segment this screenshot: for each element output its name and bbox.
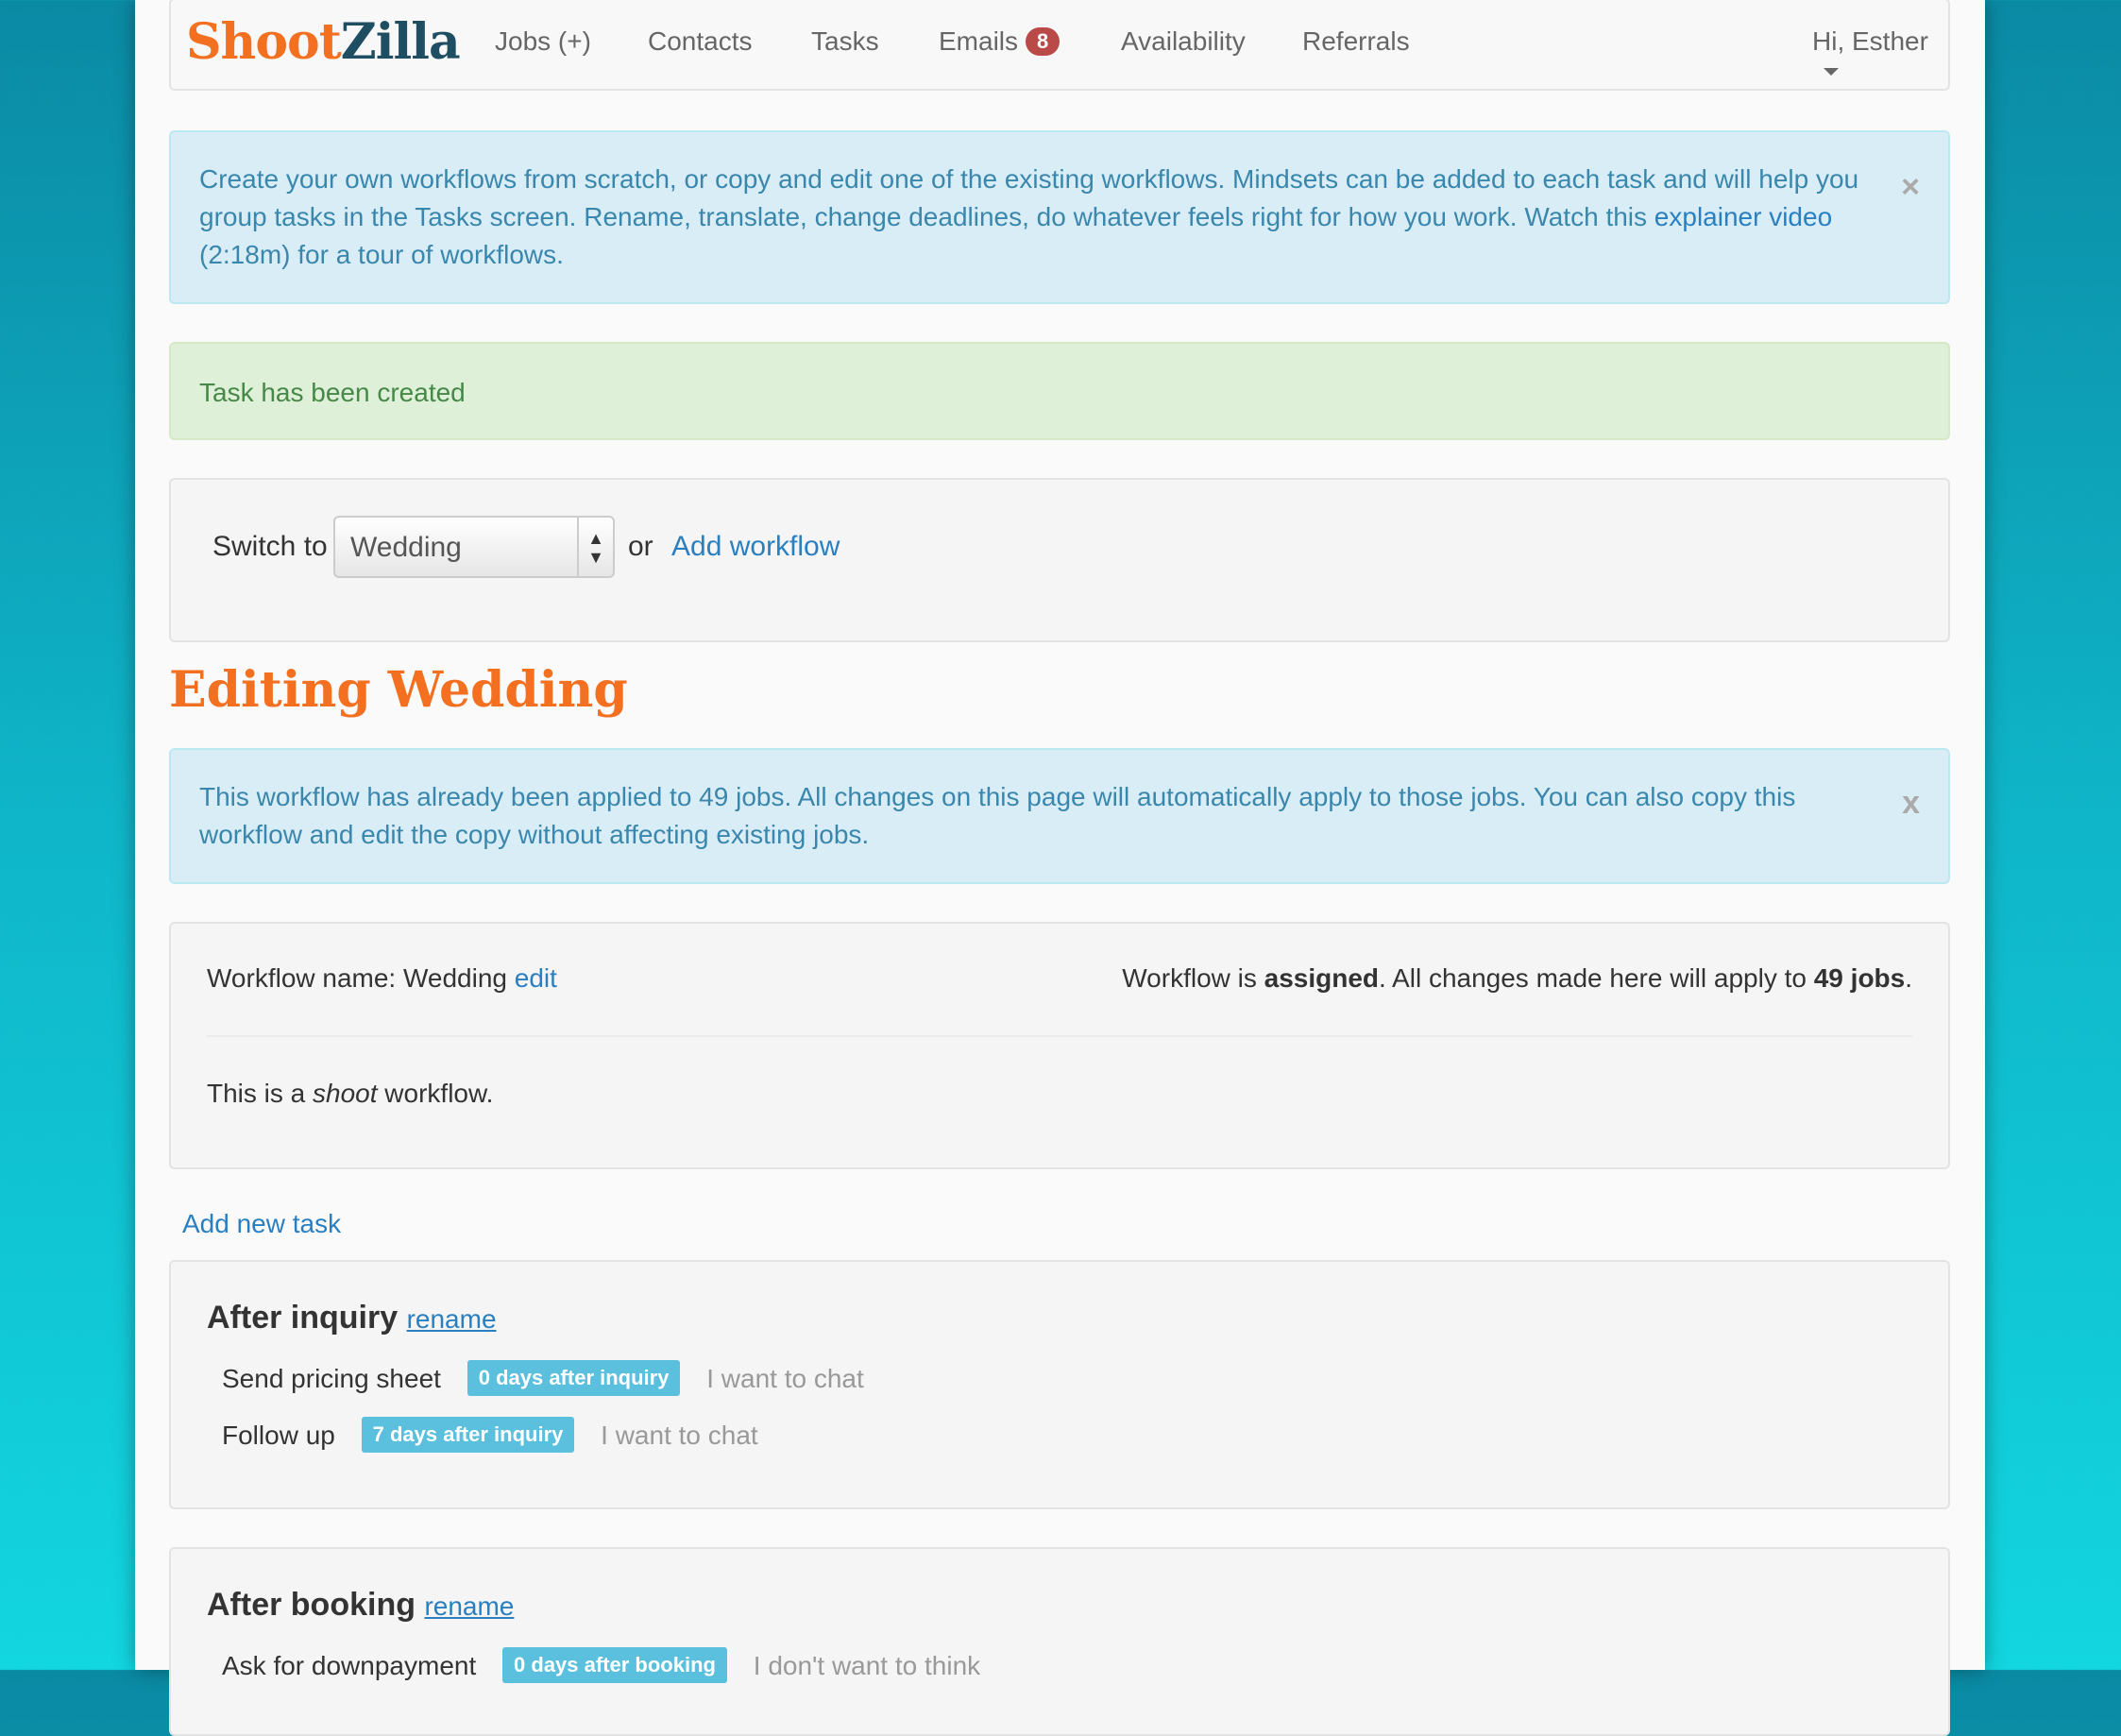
help-alert-text: Create your own workflows from scratch, … — [199, 164, 1859, 231]
help-alert-suffix: (2:18m) for a tour of workflows. — [199, 240, 564, 269]
task-group-after-inquiry: After inquiry rename Send pricing sheet … — [169, 1260, 1950, 1509]
mindset-label: I want to chat — [706, 1364, 864, 1393]
deadline-badge[interactable]: 7 days after inquiry — [361, 1417, 575, 1453]
user-menu[interactable]: Hi, Esther — [1812, 26, 1948, 87]
nav-contacts[interactable]: Contacts — [648, 26, 753, 57]
or-label: or — [628, 531, 653, 562]
group-title: After inquiry rename — [207, 1300, 497, 1336]
nav-referrals[interactable]: Referrals — [1302, 26, 1410, 57]
nav-tasks[interactable]: Tasks — [811, 26, 879, 57]
edit-workflow-name-link[interactable]: edit — [515, 963, 557, 993]
type-word: shoot — [313, 1079, 378, 1108]
logo-part-shoot: Shoot — [186, 13, 342, 71]
caret-down-icon — [1824, 68, 1839, 76]
nav-availability[interactable]: Availability — [1121, 26, 1246, 57]
task-name[interactable]: Ask for downpayment — [222, 1651, 476, 1680]
group-title: After booking rename — [207, 1587, 514, 1624]
workflow-help-alert: Create your own workflows from scratch, … — [169, 130, 1950, 304]
group-title-text: After booking — [207, 1587, 416, 1623]
success-alert-text: Task has been created — [199, 378, 466, 407]
success-alert: Task has been created — [169, 342, 1950, 440]
divider — [207, 1035, 1912, 1037]
applied-alert-text: This workflow has already been applied t… — [199, 782, 1796, 849]
mindset-label: I don't want to think — [753, 1651, 981, 1680]
type-prefix: This is a — [207, 1079, 314, 1108]
workflow-name-label: Workflow name: Wedding — [207, 963, 507, 993]
assignment-middle: . All changes made here will apply to — [1379, 963, 1814, 993]
task-name[interactable]: Send pricing sheet — [222, 1364, 441, 1393]
assignment-suffix: . — [1905, 963, 1912, 993]
rename-group-link[interactable]: rename — [424, 1591, 514, 1621]
close-icon[interactable]: x — [1902, 784, 1920, 822]
workflow-info-panel: Workflow name: Wedding edit Workflow is … — [169, 922, 1950, 1169]
jobs-count: 49 jobs — [1813, 963, 1906, 993]
workflow-switcher: Switch to Wedding ▲ ▼ or Add workflow — [169, 478, 1950, 642]
switch-to-label: Switch to — [212, 531, 328, 562]
select-arrows-icon: ▲ ▼ — [577, 518, 613, 576]
task-group-after-booking: After booking rename Ask for downpayment… — [169, 1547, 1950, 1736]
nav-emails[interactable]: Emails 8 — [939, 26, 1060, 57]
type-suffix: workflow. — [377, 1079, 494, 1108]
nav-jobs[interactable]: Jobs (+) — [495, 26, 591, 57]
workflow-select[interactable]: Wedding ▲ ▼ — [333, 516, 615, 578]
add-new-task-link[interactable]: Add new task — [182, 1209, 341, 1239]
workflow-select-value: Wedding — [350, 532, 462, 563]
group-title-text: After inquiry — [207, 1300, 399, 1336]
nav-emails-label: Emails — [939, 26, 1019, 56]
close-icon[interactable]: × — [1901, 168, 1920, 206]
shootzilla-logo[interactable]: ShootZilla — [186, 13, 461, 71]
page-title: Editing Wedding — [169, 661, 628, 719]
deadline-badge[interactable]: 0 days after inquiry — [467, 1360, 681, 1396]
assignment-prefix: Workflow is — [1122, 963, 1264, 993]
logo-part-zilla: Zilla — [340, 13, 461, 71]
task-row[interactable]: Ask for downpayment 0 days after booking… — [222, 1647, 999, 1683]
workflow-name: Workflow name: Wedding edit — [207, 963, 557, 994]
user-greeting: Hi, Esther — [1812, 26, 1928, 56]
task-name[interactable]: Follow up — [222, 1421, 335, 1450]
mindset-label: I want to chat — [601, 1421, 758, 1450]
top-navbar: ShootZilla Jobs (+) Contacts Tasks Email… — [169, 0, 1950, 91]
assignment-status: Workflow is assigned. All changes made h… — [1122, 963, 1912, 994]
deadline-badge[interactable]: 0 days after booking — [502, 1647, 727, 1683]
task-row[interactable]: Follow up 7 days after inquiry I want to… — [222, 1417, 777, 1453]
workflow-type: This is a shoot workflow. — [207, 1079, 493, 1109]
assignment-word: assigned — [1264, 963, 1380, 993]
explainer-video-link[interactable]: explainer video — [1654, 202, 1832, 231]
workflow-applied-alert: This workflow has already been applied t… — [169, 748, 1950, 884]
task-row[interactable]: Send pricing sheet 0 days after inquiry … — [222, 1360, 883, 1396]
rename-group-link[interactable]: rename — [407, 1304, 497, 1334]
emails-count-badge: 8 — [1026, 27, 1060, 56]
add-workflow-link[interactable]: Add workflow — [671, 531, 840, 563]
page-container: ShootZilla Jobs (+) Contacts Tasks Email… — [135, 0, 1985, 1736]
